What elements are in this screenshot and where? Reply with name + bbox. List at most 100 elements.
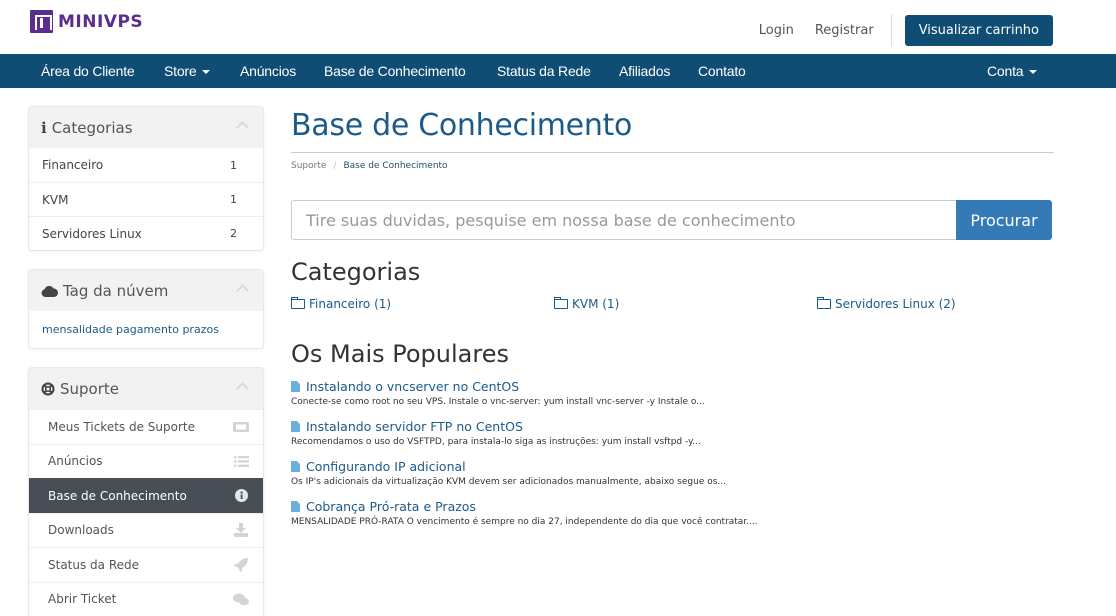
nav-account[interactable]: Conta [987, 54, 1037, 88]
nav-store-label: Store [164, 63, 196, 79]
nav-knowledgebase[interactable]: Base de Conhecimento [324, 54, 466, 88]
logo-text: MINIVPS [58, 12, 143, 32]
support-item-my-tickets[interactable]: Meus Tickets de Suporte [29, 409, 263, 444]
nav-client-area[interactable]: Área do Cliente [41, 54, 135, 88]
support-panel: Suporte Meus Tickets de Suporte Anúncios… [28, 367, 264, 616]
panel-title: Tag da núvem [63, 282, 168, 300]
support-item-label: Status da Rede [48, 558, 139, 572]
main-navbar: Área do Cliente Store Anúncios Base de C… [0, 54, 1116, 88]
view-cart-button[interactable]: Visualizar carrinho [905, 15, 1053, 46]
article-title: Instalando servidor FTP no CentOS [306, 419, 523, 434]
support-item-label: Abrir Ticket [48, 592, 116, 606]
support-item-announcements[interactable]: Anúncios [29, 444, 263, 479]
chevron-up-icon[interactable] [236, 382, 249, 395]
article-excerpt: Os IP's adicionais da virtualização KVM … [291, 477, 726, 487]
cloud-icon [41, 285, 58, 297]
file-icon [291, 501, 300, 512]
download-icon [233, 523, 249, 537]
panel-title: Categorias [52, 119, 133, 137]
popular-heading: Os Mais Populares [291, 340, 509, 368]
article-link[interactable]: Configurando IP adicional [291, 459, 726, 474]
category-label: Financeiro [42, 158, 103, 172]
ticket-icon [233, 420, 249, 434]
login-link[interactable]: Login [759, 23, 794, 38]
category-link-label: Financeiro (1) [309, 297, 391, 311]
nav-affiliates[interactable]: Afiliados [619, 54, 670, 88]
category-link-label: KVM (1) [572, 297, 619, 311]
support-item-network-status[interactable]: Status da Rede [29, 547, 263, 582]
category-link-kvm[interactable]: KVM (1) [554, 297, 619, 311]
article-title: Instalando o vncserver no CentOS [306, 379, 519, 394]
file-icon [291, 461, 300, 472]
support-item-label: Meus Tickets de Suporte [48, 420, 195, 434]
categories-panel-header[interactable]: i Categorias [29, 107, 263, 148]
folder-open-icon [291, 299, 305, 309]
category-item[interactable]: KVM 1 [29, 182, 263, 216]
category-count: 1 [230, 193, 237, 206]
article-item: Instalando servidor FTP no CentOS Recome… [291, 419, 701, 447]
caret-down-icon [1029, 70, 1037, 74]
category-link-financeiro[interactable]: Financeiro (1) [291, 297, 391, 311]
breadcrumb-support[interactable]: Suporte [291, 161, 326, 171]
support-item-open-ticket[interactable]: Abrir Ticket [29, 582, 263, 616]
search-button[interactable]: Procurar [956, 200, 1052, 240]
breadcrumb: Suporte / Base de Conhecimento [291, 161, 448, 171]
top-header: MINIVPS Login Registrar Visualizar carri… [0, 0, 1116, 54]
knowledgebase-search-input[interactable] [291, 200, 957, 240]
categories-heading: Categorias [291, 258, 420, 286]
support-item-downloads[interactable]: Downloads [29, 513, 263, 548]
category-item[interactable]: Servidores Linux2 [29, 216, 263, 250]
article-link[interactable]: Instalando o vncserver no CentOS [291, 379, 705, 394]
caret-down-icon [202, 70, 210, 74]
nav-account-label: Conta [987, 63, 1023, 79]
tag-cloud: mensalidade pagamento prazos [29, 311, 263, 348]
tag-link[interactable]: mensalidade pagamento prazos [42, 323, 219, 336]
nav-store[interactable]: Store [164, 54, 210, 88]
register-link[interactable]: Registrar [815, 23, 874, 38]
category-label: KVM [42, 193, 68, 207]
comments-icon [233, 592, 249, 606]
chevron-up-icon[interactable] [236, 121, 249, 134]
panel-title: Suporte [60, 380, 119, 398]
support-item-label: Anúncios [48, 454, 103, 468]
category-link-label: Servidores Linux (2) [835, 297, 956, 311]
info-icon: i [41, 119, 47, 137]
top-links: Login Registrar Visualizar carrinho [759, 14, 1053, 46]
tag-cloud-panel-header[interactable]: Tag da núvem [29, 270, 263, 311]
logo-icon [30, 10, 53, 33]
info-circle-icon [233, 489, 249, 503]
category-item[interactable]: Financeiro 1 [29, 148, 263, 182]
article-link[interactable]: Instalando servidor FTP no CentOS [291, 419, 701, 434]
article-item: Instalando o vncserver no CentOS Conecte… [291, 379, 705, 407]
list-icon [233, 454, 249, 468]
logo[interactable]: MINIVPS [30, 10, 143, 33]
divider [891, 14, 892, 46]
breadcrumb-current: Base de Conhecimento [343, 161, 447, 171]
categories-panel: i Categorias Financeiro 1 KVM 1 Servidores… [28, 106, 264, 251]
article-title: Cobrança Pró-rata e Prazos [306, 499, 476, 514]
support-item-label: Downloads [48, 523, 114, 537]
article-link[interactable]: Cobrança Pró-rata e Prazos [291, 499, 758, 514]
support-item-knowledgebase[interactable]: Base de Conhecimento [29, 478, 263, 513]
breadcrumb-separator: / [333, 161, 336, 171]
nav-network-status[interactable]: Status da Rede [497, 54, 591, 88]
category-label: Servidores Linux [42, 227, 142, 241]
title-divider [291, 152, 1054, 153]
chevron-up-icon[interactable] [236, 284, 249, 297]
article-excerpt: Conecte-se como root no seu VPS. Instale… [291, 397, 705, 407]
article-excerpt: MENSALIDADE PRÓ-RATA O vencimento é semp… [291, 517, 758, 527]
nav-contact[interactable]: Contato [698, 54, 746, 88]
category-count: 1 [230, 159, 237, 172]
page-title: Base de Conhecimento [291, 108, 632, 143]
category-link-linux[interactable]: Servidores Linux (2) [817, 297, 956, 311]
article-item: Cobrança Pró-rata e Prazos MENSALIDADE P… [291, 499, 758, 527]
article-title: Configurando IP adicional [306, 459, 466, 474]
article-item: Configurando IP adicional Os IP's adicio… [291, 459, 726, 487]
article-excerpt: Recomendamos o uso do VSFTPD, para insta… [291, 437, 701, 447]
nav-announcements[interactable]: Anúncios [240, 54, 296, 88]
file-icon [291, 421, 300, 432]
folder-open-icon [817, 299, 831, 309]
support-panel-header[interactable]: Suporte [29, 368, 263, 409]
rocket-icon [233, 558, 249, 572]
file-icon [291, 381, 300, 392]
